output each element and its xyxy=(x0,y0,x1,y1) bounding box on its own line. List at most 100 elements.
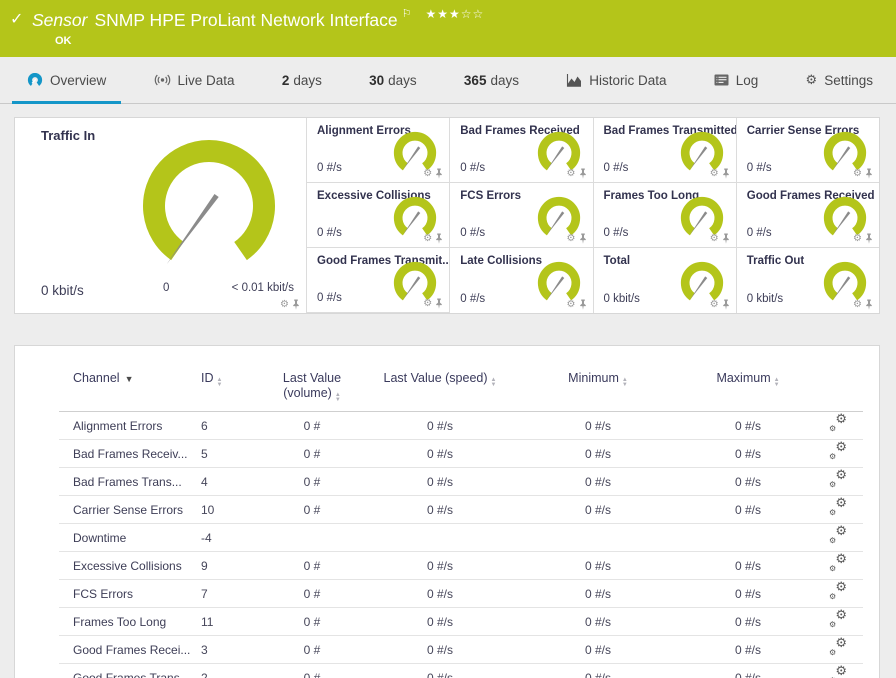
sort-icon: ▲▼ xyxy=(622,378,628,388)
last-value-speed: 0 #/s xyxy=(367,587,513,601)
table-header-row: Channel▼ ID▲▼ Last Value (volume)▲▼ Last… xyxy=(59,346,863,412)
channel-name[interactable]: Good Frames Recei... xyxy=(59,643,201,657)
channel-id: 4 xyxy=(201,475,257,489)
pin-icon[interactable] xyxy=(435,168,443,179)
tab-2-days[interactable]: 2days xyxy=(267,57,337,103)
channel-settings-icon[interactable]: ⚙ xyxy=(710,234,719,244)
mini-gauge-grid: Alignment Errors 0 #/s ⚙ Bad Fra xyxy=(306,118,879,313)
channel-settings-icon[interactable]: ⚙ xyxy=(423,169,432,179)
column-header-id[interactable]: ID▲▼ xyxy=(201,371,257,388)
channel-id: 6 xyxy=(201,419,257,433)
channel-name[interactable]: Good Frames Trans... xyxy=(59,671,201,678)
channel-name[interactable]: Excessive Collisions xyxy=(59,559,201,573)
table-body: Alignment Errors 6 0 # 0 #/s 0 #/s 0 #/s… xyxy=(59,412,863,678)
mini-gauge-cell[interactable]: Bad Frames Received 0 #/s ⚙ xyxy=(449,118,592,183)
mini-gauge-cell[interactable]: Good Frames Transmit... 0 #/s ⚙ xyxy=(306,248,449,313)
check-icon: ✓ xyxy=(10,9,23,29)
column-header-channel[interactable]: Channel▼ xyxy=(59,371,201,387)
table-row: Good Frames Trans... 2 0 # 0 #/s 0 #/s 0… xyxy=(59,664,863,678)
channel-settings-icon[interactable]: ⚙ xyxy=(567,234,576,244)
channel-name[interactable]: Downtime xyxy=(59,531,201,545)
pin-icon[interactable] xyxy=(579,233,587,244)
channel-name[interactable]: Bad Frames Receiv... xyxy=(59,447,201,461)
tab-bar: Overview Live Data 2days 30days 365days … xyxy=(0,57,896,104)
mini-gauge-cell[interactable]: Traffic Out 0 kbit/s ⚙ xyxy=(736,248,879,313)
tab-log[interactable]: Log xyxy=(699,57,774,103)
minimum-value: 0 #/s xyxy=(513,559,683,573)
pin-icon[interactable] xyxy=(292,299,300,310)
main-gauge-traffic-in[interactable]: Traffic In 0 kbit/s 0 < 0.01 kbit/s ⚙ xyxy=(15,118,306,313)
channel-settings-gears-icon[interactable]: ⚙⚙ xyxy=(829,612,847,629)
pin-icon[interactable] xyxy=(865,168,873,179)
pin-icon[interactable] xyxy=(722,233,730,244)
table-row: Good Frames Recei... 3 0 # 0 #/s 0 #/s 0… xyxy=(59,636,863,664)
mini-gauge-cell[interactable]: Total 0 kbit/s ⚙ xyxy=(593,248,736,313)
pin-icon[interactable] xyxy=(865,299,873,310)
mini-gauge-value: 0 #/s xyxy=(747,227,772,239)
column-header-minimum[interactable]: Minimum▲▼ xyxy=(513,371,683,388)
channel-settings-gears-icon[interactable]: ⚙⚙ xyxy=(829,640,847,657)
tab-overview[interactable]: Overview xyxy=(12,57,121,103)
channel-settings-gears-icon[interactable]: ⚙⚙ xyxy=(829,556,847,573)
sensor-status-bar: ✓ SensorSNMP HPE ProLiant Network Interf… xyxy=(0,0,896,57)
maximum-value: 0 #/s xyxy=(683,615,813,629)
channel-settings-icon[interactable]: ⚙ xyxy=(710,169,719,179)
pin-icon[interactable] xyxy=(435,233,443,244)
channel-settings-icon[interactable]: ⚙ xyxy=(567,169,576,179)
channel-settings-gears-icon[interactable]: ⚙⚙ xyxy=(829,584,847,601)
channel-settings-icon[interactable]: ⚙ xyxy=(853,169,862,179)
channel-settings-icon[interactable]: ⚙ xyxy=(423,299,432,309)
gauges-panel: Traffic In 0 kbit/s 0 < 0.01 kbit/s ⚙ Al… xyxy=(14,117,880,314)
channel-settings-icon[interactable]: ⚙ xyxy=(853,300,862,310)
pin-icon[interactable] xyxy=(435,298,443,309)
channel-name[interactable]: Alignment Errors xyxy=(59,419,201,433)
column-header-maximum[interactable]: Maximum▲▼ xyxy=(683,371,813,388)
channel-name[interactable]: Frames Too Long xyxy=(59,615,201,629)
minimum-value: 0 #/s xyxy=(513,503,683,517)
maximum-value: 0 #/s xyxy=(683,447,813,461)
tab-30-days[interactable]: 30days xyxy=(354,57,432,103)
mini-gauge-cell[interactable]: FCS Errors 0 #/s ⚙ xyxy=(449,183,592,248)
channel-settings-gears-icon[interactable]: ⚙⚙ xyxy=(829,444,847,461)
channel-settings-icon[interactable]: ⚙ xyxy=(280,300,289,310)
tab-live-data[interactable]: Live Data xyxy=(139,57,250,103)
maximum-value: 0 #/s xyxy=(683,671,813,678)
status-badge: OK xyxy=(55,35,72,47)
mini-gauge-cell[interactable]: Excessive Collisions 0 #/s ⚙ xyxy=(306,183,449,248)
channel-name[interactable]: Carrier Sense Errors xyxy=(59,503,201,517)
pin-icon[interactable] xyxy=(865,233,873,244)
last-value-speed: 0 #/s xyxy=(367,643,513,657)
mini-gauge-cell[interactable]: Good Frames Received 0 #/s ⚙ xyxy=(736,183,879,248)
channel-settings-icon[interactable]: ⚙ xyxy=(710,300,719,310)
table-row: Bad Frames Trans... 4 0 # 0 #/s 0 #/s 0 … xyxy=(59,468,863,496)
column-header-last-speed[interactable]: Last Value (speed)▲▼ xyxy=(367,371,513,388)
mini-gauge-cell[interactable]: Alignment Errors 0 #/s ⚙ xyxy=(306,118,449,183)
pin-icon[interactable] xyxy=(579,168,587,179)
mini-gauge-cell[interactable]: Late Collisions 0 #/s ⚙ xyxy=(449,248,592,313)
channel-settings-gears-icon[interactable]: ⚙⚙ xyxy=(829,668,847,678)
channel-settings-gears-icon[interactable]: ⚙⚙ xyxy=(829,472,847,489)
channel-settings-icon[interactable]: ⚙ xyxy=(853,234,862,244)
mini-gauge-cell[interactable]: Frames Too Long 0 #/s ⚙ xyxy=(593,183,736,248)
pin-icon[interactable] xyxy=(722,168,730,179)
tab-settings[interactable]: ⚙ Settings xyxy=(791,57,888,103)
channel-settings-icon[interactable]: ⚙ xyxy=(567,300,576,310)
channel-settings-gears-icon[interactable]: ⚙⚙ xyxy=(829,500,847,517)
channel-settings-gears-icon[interactable]: ⚙⚙ xyxy=(829,416,847,433)
pin-icon[interactable] xyxy=(579,299,587,310)
mini-gauge-cell[interactable]: Carrier Sense Errors 0 #/s ⚙ xyxy=(736,118,879,183)
last-value-speed: 0 #/s xyxy=(367,559,513,573)
channel-name[interactable]: Bad Frames Trans... xyxy=(59,475,201,489)
priority-stars[interactable]: ★★★☆☆ xyxy=(425,7,484,21)
gauge-icon xyxy=(27,73,43,88)
tab-historic-data[interactable]: Historic Data xyxy=(551,57,681,103)
column-header-last-volume[interactable]: Last Value (volume)▲▼ xyxy=(257,371,367,403)
flag-icon[interactable]: ⚐ xyxy=(402,7,412,20)
channel-settings-icon[interactable]: ⚙ xyxy=(423,234,432,244)
channel-settings-gears-icon[interactable]: ⚙⚙ xyxy=(829,528,847,545)
channel-name[interactable]: FCS Errors xyxy=(59,587,201,601)
tab-365-days[interactable]: 365days xyxy=(449,57,534,103)
mini-gauge-cell[interactable]: Bad Frames Transmitted 0 #/s ⚙ xyxy=(593,118,736,183)
last-value-speed: 0 #/s xyxy=(367,671,513,678)
pin-icon[interactable] xyxy=(722,299,730,310)
